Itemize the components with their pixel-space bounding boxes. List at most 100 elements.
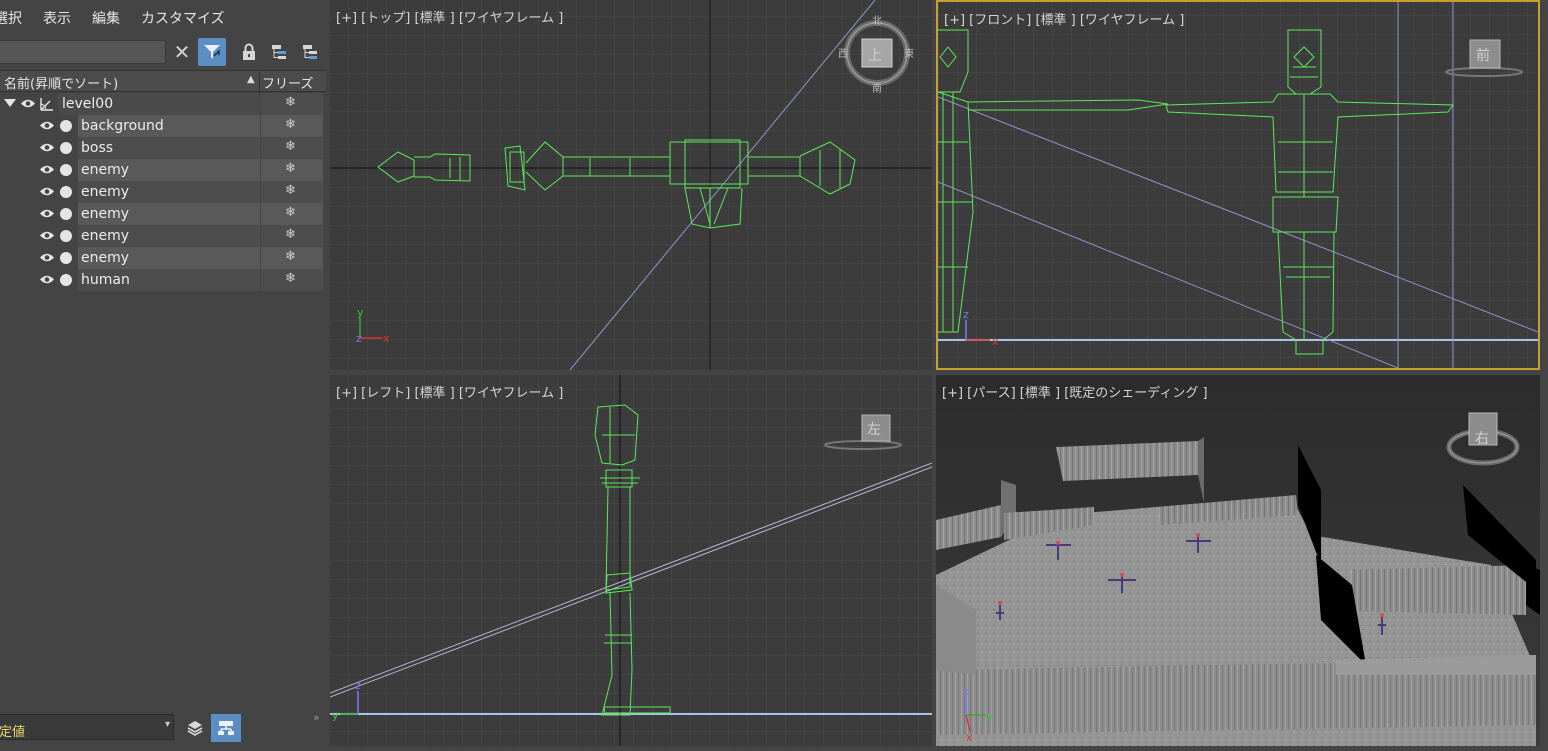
eye-icon[interactable]: [39, 120, 55, 131]
column-divider[interactable]: [259, 71, 260, 93]
viewport-canvas: z y x 右: [936, 375, 1540, 746]
layer-dropdown-value: 定値: [0, 725, 26, 740]
x-axis-label: x: [383, 332, 390, 345]
dropdown-arrow-icon: ▾: [164, 719, 170, 730]
y-axis-label: y: [357, 306, 364, 319]
eye-icon[interactable]: [39, 142, 55, 153]
layer-dropdown[interactable]: 定値 ▾: [0, 714, 174, 740]
viewport-perspective[interactable]: z y x 右 [+] [パース] [標準 ] [既定のシェーディング ]: [936, 375, 1540, 746]
hierarchy-mode-button[interactable]: [211, 714, 241, 742]
freeze-icon[interactable]: ❄: [285, 117, 296, 132]
freeze-icon[interactable]: ❄: [285, 139, 296, 154]
viewport-label[interactable]: [+] [フロント] [標準 ] [ワイヤフレーム ]: [944, 9, 1184, 28]
render-dot-icon[interactable]: [60, 186, 72, 198]
freeze-icon[interactable]: ❄: [285, 95, 296, 110]
tree-row-object[interactable]: boss ❄: [0, 137, 326, 159]
viewport-label[interactable]: [+] [パース] [標準 ] [既定のシェーディング ]: [942, 382, 1208, 401]
x-axis-label: x: [992, 335, 999, 348]
list-header: 名前(昇順でソート) ▲ フリーズ: [0, 70, 326, 93]
tree-row-object[interactable]: enemy ❄: [0, 159, 326, 181]
layers-icon: [187, 721, 203, 736]
y-axis-label: y: [332, 709, 339, 722]
compass-east: 東: [904, 47, 914, 60]
x-axis-label: x: [966, 731, 973, 744]
menu-customize[interactable]: カスタマイズ: [141, 8, 225, 28]
tree-row-object[interactable]: background ❄: [0, 115, 326, 137]
freeze-icon[interactable]: ❄: [285, 205, 296, 220]
layer-icon: [40, 98, 53, 111]
tree-row-object[interactable]: enemy ❄: [0, 225, 326, 247]
viewport-top[interactable]: y x z 上 北 南 東 西 [+] [トップ] [標準 ] [ワイヤフレーム…: [330, 0, 932, 370]
eye-icon[interactable]: [39, 186, 55, 197]
viewcube-face-label: 前: [1476, 47, 1490, 64]
filter-button[interactable]: [198, 38, 226, 66]
z-axis-label: z: [963, 685, 969, 698]
eye-icon[interactable]: [39, 274, 55, 285]
scene-tree: level00 ❄ background ❄ boss ❄ enemy ❄ en…: [0, 93, 326, 291]
z-axis-label: z: [356, 332, 362, 345]
compass-south: 南: [872, 82, 882, 95]
clear-search-button[interactable]: ✕: [168, 38, 196, 66]
viewport-left[interactable]: z y 左 [+] [レフト] [標準 ] [ワイヤフレーム ]: [330, 375, 932, 746]
viewcube-face-label: 上: [868, 48, 882, 64]
z-axis-label: z: [355, 679, 361, 692]
eye-icon[interactable]: [20, 98, 36, 109]
menu-select[interactable]: 選択: [0, 8, 22, 28]
viewcube-face-label: 左: [867, 422, 881, 438]
filter-icon: [204, 45, 220, 59]
freeze-icon[interactable]: ❄: [285, 183, 296, 198]
explorer-menubar: 選択 表示 編集 カスタマイズ: [0, 0, 326, 36]
tree-row-object[interactable]: enemy ❄: [0, 181, 326, 203]
viewport-canvas: y x z 上 北 南 東 西: [330, 0, 932, 370]
search-input[interactable]: [0, 40, 166, 64]
render-dot-icon[interactable]: [60, 274, 72, 286]
tree-row-label: human: [81, 272, 130, 288]
eye-icon[interactable]: [39, 252, 55, 263]
freeze-icon[interactable]: ❄: [285, 161, 296, 176]
clear-icon: ✕: [173, 40, 191, 64]
sort-ascending-icon: ▲: [247, 74, 255, 85]
render-dot-icon[interactable]: [60, 208, 72, 220]
hierarchy-button[interactable]: [265, 38, 293, 66]
render-dot-icon[interactable]: [60, 120, 72, 132]
eye-icon[interactable]: [39, 164, 55, 175]
compass-north: 北: [872, 15, 882, 27]
app-window: 選択 表示 編集 カスタマイズ ✕ 名前(昇順でソート) ▲ フリーズ leve…: [0, 0, 1548, 751]
viewport-label[interactable]: [+] [トップ] [標準 ] [ワイヤフレーム ]: [336, 7, 563, 26]
render-dot-icon[interactable]: [60, 252, 72, 264]
expand-arrow-icon[interactable]: [4, 99, 16, 107]
eye-icon[interactable]: [39, 208, 55, 219]
freeze-column-header[interactable]: フリーズ: [262, 73, 313, 92]
freeze-icon[interactable]: ❄: [285, 249, 296, 264]
render-dot-icon[interactable]: [60, 142, 72, 154]
viewport-front[interactable]: z x 前 [+] [フロント] [標準 ] [ワイヤフレーム ]: [936, 0, 1540, 370]
name-column-header[interactable]: 名前(昇順でソート): [4, 73, 118, 92]
eye-icon[interactable]: [39, 230, 55, 241]
hierarchy-alt-icon: [303, 45, 317, 59]
viewport-canvas: z x 前: [938, 2, 1538, 368]
viewcube-face-label: 右: [1475, 431, 1489, 447]
tree-row-object[interactable]: enemy ❄: [0, 203, 326, 225]
render-dot-icon[interactable]: [60, 164, 72, 176]
tree-row-label: boss: [81, 140, 114, 156]
lock-button[interactable]: [235, 38, 263, 66]
render-dot-icon[interactable]: [60, 230, 72, 242]
hierarchy-alt-button[interactable]: [296, 38, 324, 66]
layer-explorer-button[interactable]: [181, 714, 209, 742]
freeze-icon[interactable]: ❄: [285, 227, 296, 242]
menu-edit[interactable]: 編集: [92, 8, 120, 28]
tree-row-label: enemy: [81, 250, 130, 266]
tree-row-label: background: [81, 118, 164, 134]
freeze-icon[interactable]: ❄: [285, 271, 296, 286]
tree-row-level00[interactable]: level00 ❄: [0, 93, 326, 115]
tree-row-object[interactable]: human ❄: [0, 269, 326, 291]
tree-row-label: enemy: [81, 162, 130, 178]
tree-row-label: enemy: [81, 184, 130, 200]
lock-icon: [243, 43, 255, 60]
tree-row-label: level00: [62, 96, 114, 112]
panel-collapse-chevron[interactable]: »: [313, 711, 320, 724]
y-axis-label: y: [987, 710, 994, 723]
menu-display[interactable]: 表示: [43, 8, 71, 28]
viewport-label[interactable]: [+] [レフト] [標準 ] [ワイヤフレーム ]: [336, 382, 563, 401]
tree-row-object[interactable]: enemy ❄: [0, 247, 326, 269]
